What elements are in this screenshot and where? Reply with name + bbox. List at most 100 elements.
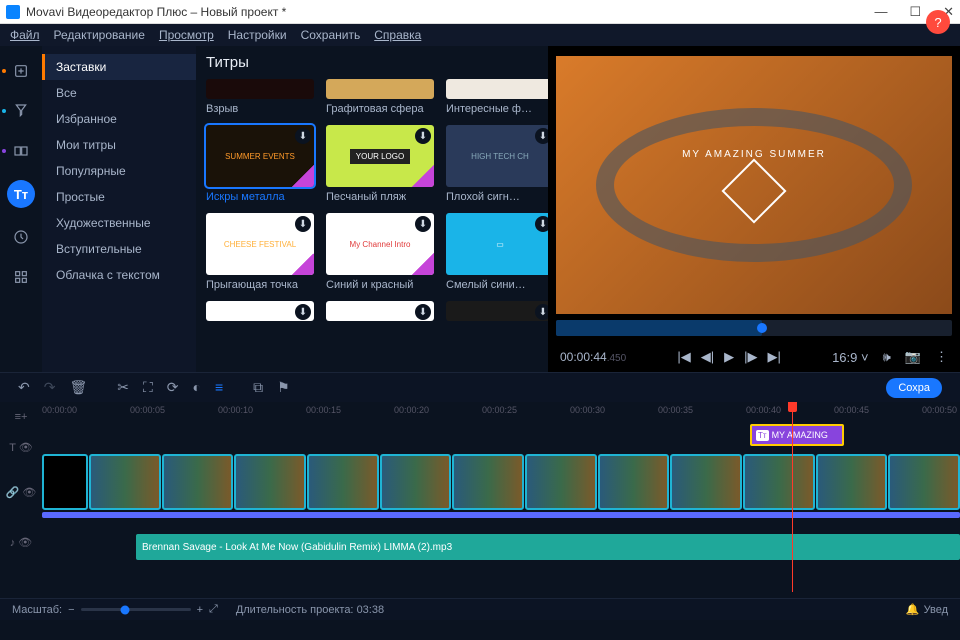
menu-help[interactable]: Справка	[374, 28, 421, 42]
menu-edit[interactable]: Редактирование	[54, 28, 145, 42]
title-card[interactable]: ⬇	[446, 301, 548, 321]
help-button[interactable]: ?	[926, 10, 950, 34]
video-clip-thumb[interactable]	[89, 454, 161, 510]
audio-track[interactable]: Brennan Savage - Look At Me Now (Gabidul…	[42, 534, 960, 564]
snapshot-icon[interactable]: 📷	[905, 349, 921, 365]
audio-clip[interactable]: Brennan Savage - Look At Me Now (Gabidul…	[136, 534, 960, 560]
redo-button[interactable]: ↷	[44, 379, 56, 396]
playhead[interactable]	[792, 402, 793, 592]
title-track-header[interactable]: T 👁	[0, 432, 42, 462]
marker-button[interactable]: ⚑	[277, 379, 290, 396]
menu-view[interactable]: Просмотр	[159, 28, 214, 42]
menu-save[interactable]: Сохранить	[301, 28, 361, 42]
video-clip-thumb[interactable]	[234, 454, 306, 510]
step-fwd-button[interactable]: |▶	[744, 349, 757, 365]
undo-button[interactable]: ↶	[18, 379, 30, 396]
transitions-icon[interactable]	[10, 140, 32, 162]
title-card[interactable]: Интересные ф…	[446, 79, 548, 115]
title-card[interactable]: ▭⬇Смелый сини…	[446, 213, 548, 291]
title-card[interactable]: My Channel Intro⬇Синий и красный	[326, 213, 434, 291]
crop-button[interactable]: ⛶	[143, 379, 153, 396]
zoom-out-button[interactable]: −	[68, 604, 74, 616]
zoom-slider[interactable]	[81, 608, 191, 611]
timeline-body[interactable]: 00:00:0000:00:0500:00:1000:00:1500:00:20…	[42, 402, 960, 598]
video-clip-thumb[interactable]	[380, 454, 452, 510]
app-logo-icon	[6, 5, 20, 19]
volume-icon[interactable]: 🕪	[883, 349, 891, 365]
cat-intros[interactable]: Заставки	[42, 54, 196, 80]
video-clip-thumb[interactable]	[670, 454, 742, 510]
video-clip-thumb[interactable]	[42, 454, 88, 510]
title-card[interactable]: ⬇	[206, 301, 314, 321]
adjust-button[interactable]: ≡	[215, 379, 223, 396]
cat-callouts[interactable]: Облачка с текстом	[42, 262, 196, 288]
title-card-label: Смелый сини…	[446, 279, 548, 291]
rotate-button[interactable]: ⟳	[167, 379, 179, 396]
next-clip-button[interactable]: ▶|	[768, 349, 781, 365]
titles-icon[interactable]: Tт	[7, 180, 35, 208]
add-track-button[interactable]: ≡+	[0, 402, 42, 432]
prev-clip-button[interactable]: |◀	[677, 349, 690, 365]
title-card[interactable]: Взрыв	[206, 79, 314, 115]
video-clip-thumb[interactable]	[525, 454, 597, 510]
video-clip-thumb[interactable]	[816, 454, 888, 510]
video-clip-thumb[interactable]	[598, 454, 670, 510]
color-button[interactable]: ◐	[193, 379, 201, 396]
minimize-button[interactable]: —	[874, 4, 887, 20]
video-clip-thumb[interactable]	[162, 454, 234, 510]
record-button[interactable]: ⧉	[253, 379, 263, 396]
zoom-in-button[interactable]: +	[197, 604, 203, 616]
maximize-button[interactable]: ☐	[909, 4, 921, 20]
download-icon: ⬇	[535, 304, 548, 320]
preview-viewport[interactable]: MY AMAZING SUMMER	[556, 56, 952, 314]
more-icon[interactable]: ⋮	[935, 349, 948, 365]
preview-panel: ? MY AMAZING SUMMER 00:00:44.450 |◀ ◀| ▶…	[548, 46, 960, 372]
main-area: Tт Заставки Все Избранное Мои титры Попу…	[0, 46, 960, 372]
title-clip[interactable]: TтMY AMAZING	[750, 424, 844, 446]
save-button[interactable]: Сохра	[886, 378, 942, 398]
time-ruler[interactable]: 00:00:0000:00:0500:00:1000:00:1500:00:20…	[42, 402, 960, 420]
import-icon[interactable]	[10, 60, 32, 82]
cat-fav[interactable]: Избранное	[42, 106, 196, 132]
video-clip-thumb[interactable]	[307, 454, 379, 510]
preview-scrubber[interactable]	[556, 320, 952, 336]
zoom-fit-button[interactable]: ⤢	[209, 603, 218, 616]
video-clip-thumb[interactable]	[743, 454, 815, 510]
preview-controls: 00:00:44.450 |◀ ◀| ▶ |▶ ▶| 16:9 ˅ 🕪 📷 ⋮	[548, 342, 960, 372]
title-track[interactable]: TтMY AMAZING	[42, 420, 960, 450]
cat-artistic[interactable]: Художественные	[42, 210, 196, 236]
title-card-label: Песчаный пляж	[326, 191, 434, 203]
cat-all[interactable]: Все	[42, 80, 196, 106]
title-card-label: Прыгающая точка	[206, 279, 314, 291]
audio-track-header[interactable]: ♪ 👁	[0, 522, 42, 562]
stickers-icon[interactable]	[10, 226, 32, 248]
notifications-button[interactable]: 🔔 Увед	[906, 603, 948, 616]
title-card[interactable]: YOUR LOGO⬇Песчаный пляж	[326, 125, 434, 203]
title-card[interactable]: Графитовая сфера	[326, 79, 434, 115]
title-card[interactable]: CHEESE FESTIVAL⬇Прыгающая точка	[206, 213, 314, 291]
delete-button[interactable]: 🗑	[69, 379, 87, 396]
video-track[interactable]	[42, 454, 960, 510]
cat-my[interactable]: Мои титры	[42, 132, 196, 158]
title-card[interactable]: HIGH TECH CH⬇Плохой сигн…	[446, 125, 548, 203]
video-clip-thumb[interactable]	[888, 454, 960, 510]
more-icon[interactable]	[10, 266, 32, 288]
timeline-toolbar: ↶ ↷ 🗑 ✂ ⛶ ⟳ ◐ ≡ ⧉ ⚑ Сохра	[0, 372, 960, 402]
title-card[interactable]: SUMMER EVENTS⬇Искры металла	[206, 125, 314, 203]
cat-opening[interactable]: Вступительные	[42, 236, 196, 262]
cat-popular[interactable]: Популярные	[42, 158, 196, 184]
title-card[interactable]: ⬇	[326, 301, 434, 321]
duration-label: Длительность проекта: 03:38	[236, 604, 384, 616]
menu-settings[interactable]: Настройки	[228, 28, 287, 42]
video-track-header[interactable]: 🔗 👁	[0, 462, 42, 522]
cat-simple[interactable]: Простые	[42, 184, 196, 210]
filters-icon[interactable]	[10, 100, 32, 122]
title-card-label: Графитовая сфера	[326, 103, 434, 115]
play-button[interactable]: ▶	[724, 349, 734, 365]
aspect-selector[interactable]: 16:9 ˅	[832, 350, 869, 365]
video-clip-thumb[interactable]	[452, 454, 524, 510]
cut-button[interactable]: ✂	[117, 379, 129, 396]
new-badge-icon	[412, 253, 434, 275]
menu-file[interactable]: Файл	[10, 28, 40, 42]
step-back-button[interactable]: ◀|	[701, 349, 714, 365]
